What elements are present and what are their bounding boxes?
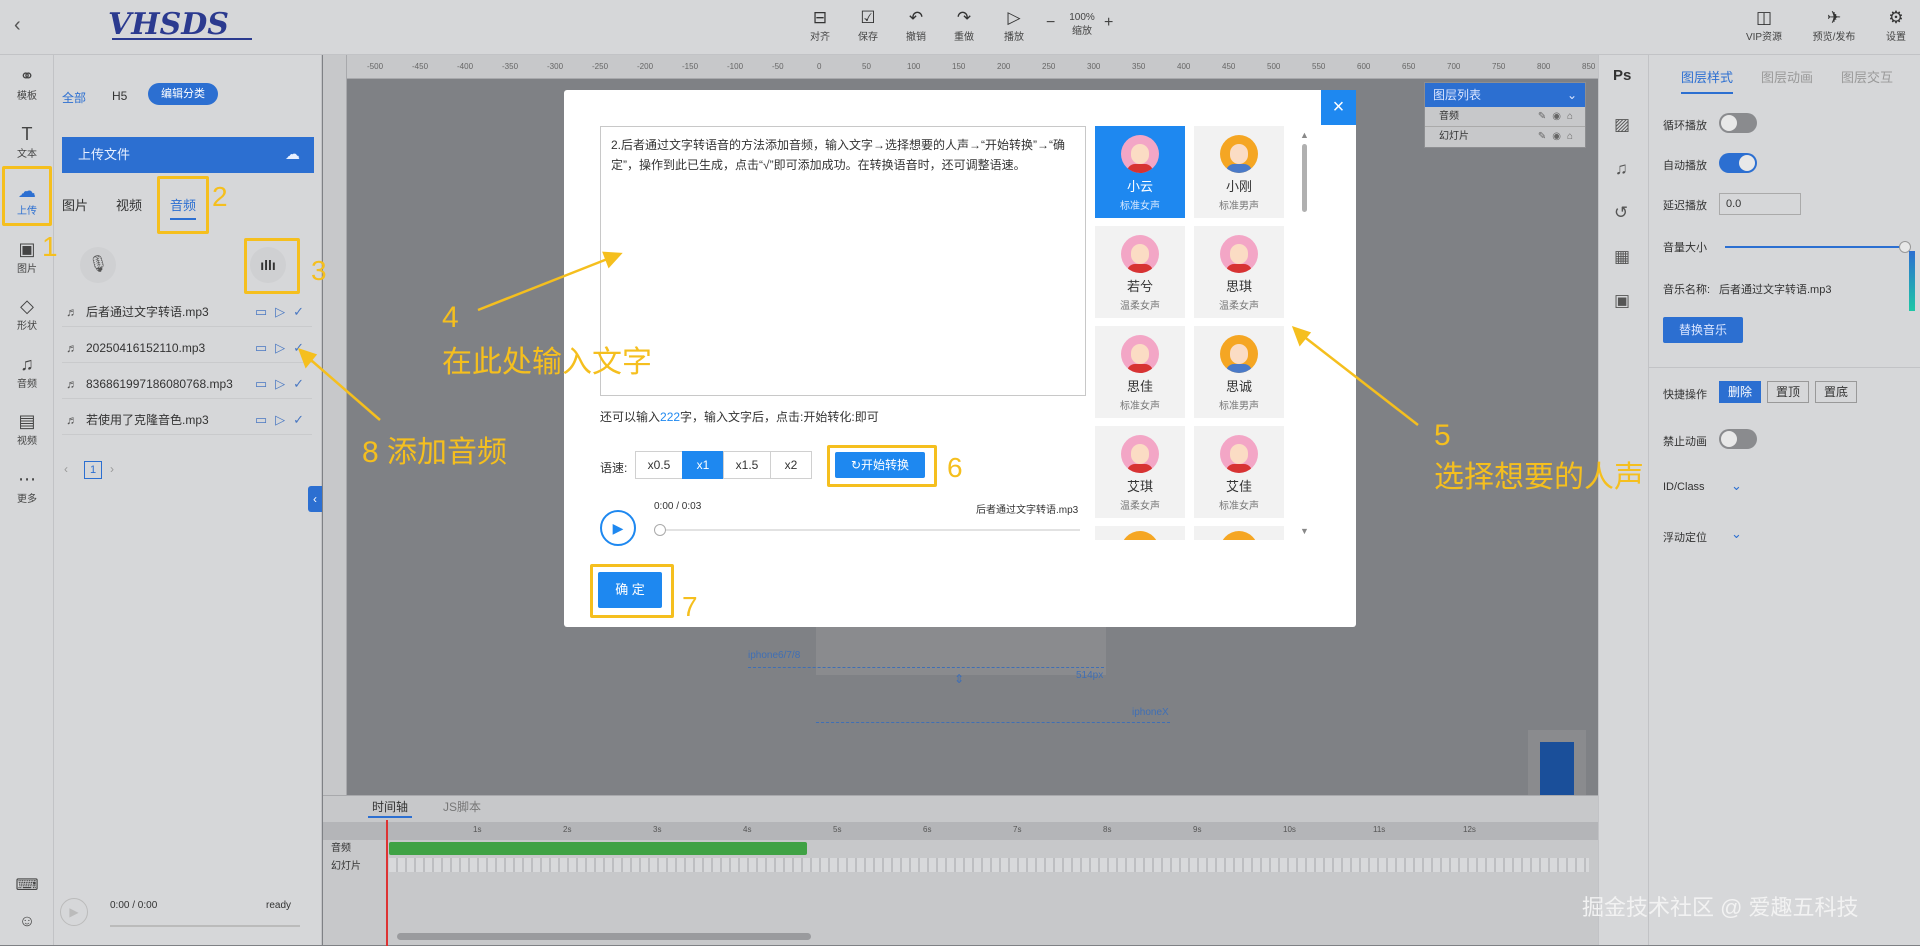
watermark: 掘金技术社区 @ 爱趣五科技	[1582, 895, 1859, 920]
annotation-arrows	[297, 251, 1419, 426]
